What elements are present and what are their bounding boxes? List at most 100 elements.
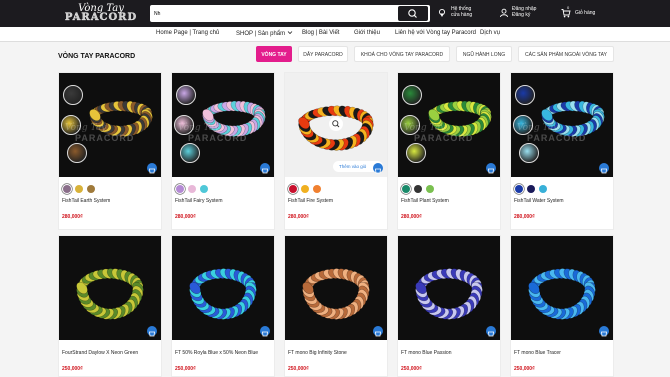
- product-card[interactable]: Vòng Tay PARACORD FishTail Water System 280…: [510, 72, 614, 230]
- product-image[interactable]: [398, 236, 500, 340]
- store-system-link[interactable]: Hệ thống cửa hàng: [437, 6, 482, 22]
- top-header: Vòng Tay PARACORD Hệ thống cửa hàng Đăng…: [0, 0, 670, 27]
- color-swatch[interactable]: [402, 185, 410, 193]
- product-image[interactable]: [511, 236, 613, 340]
- color-swatch[interactable]: [176, 185, 184, 193]
- zoom-icon: [332, 120, 340, 128]
- logo-watermark-text: PARACORD: [75, 133, 135, 143]
- logo-watermark-text: PARACORD: [188, 133, 248, 143]
- product-name[interactable]: FT mono Blue Passion: [401, 350, 452, 356]
- chevron-down-icon: [287, 31, 293, 35]
- cart-count: 0: [567, 5, 570, 10]
- product-card[interactable]: Thêm vào giỏ FishTail Fire System 280,000₫: [284, 72, 388, 230]
- product-card[interactable]: FT mono Blue Tracer 250,000₫: [510, 235, 614, 377]
- product-image[interactable]: Vòng Tay PARACORD: [511, 73, 613, 177]
- product-name[interactable]: FT mono Blue Tracer: [514, 350, 561, 356]
- account-link[interactable]: Đăng nhập Đăng ký: [499, 6, 544, 22]
- cart-icon: [601, 168, 607, 174]
- product-image[interactable]: Thêm vào giỏ: [285, 73, 387, 177]
- product-price: 280,000₫: [62, 214, 83, 220]
- product-name[interactable]: FishTail Fire System: [288, 198, 333, 204]
- cart-link[interactable]: 0 Giỏ hàng: [561, 5, 601, 22]
- product-price: 250,000₫: [401, 366, 422, 372]
- nav-shop[interactable]: SHOP | Sản phẩm: [236, 30, 293, 37]
- product-card[interactable]: FT mono Big Infinity Stone 250,000₫: [284, 235, 388, 377]
- tab-vong-tay[interactable]: VÒNG TAY: [256, 46, 292, 62]
- quick-cart-button[interactable]: [486, 326, 496, 337]
- quick-cart-button[interactable]: [260, 163, 270, 174]
- product-image[interactable]: [285, 236, 387, 340]
- color-swatch[interactable]: [426, 185, 434, 193]
- quick-cart-button[interactable]: [599, 326, 609, 337]
- product-name[interactable]: FourStrand Daylow X Neon Green: [62, 350, 138, 356]
- product-image[interactable]: [172, 236, 274, 340]
- product-card[interactable]: FT mono Blue Passion 250,000₫: [397, 235, 501, 377]
- site-logo[interactable]: Vòng Tay PARACORD: [56, 2, 146, 25]
- tab-day-paracord[interactable]: DÂY PARACORD: [298, 46, 348, 62]
- tab-khoa[interactable]: KHOÁ CHO VÒNG TAY PARACORD: [354, 46, 450, 62]
- product-name[interactable]: FishTail Water System: [514, 198, 564, 204]
- product-image[interactable]: Vòng Tay PARACORD: [398, 73, 500, 177]
- bracelet-graphic: [415, 268, 483, 320]
- product-name[interactable]: FishTail Plant System: [401, 198, 449, 204]
- cart-icon: [375, 168, 381, 174]
- bracelet-graphic: [302, 268, 370, 320]
- color-swatch[interactable]: [539, 185, 547, 193]
- search-input[interactable]: [150, 5, 395, 22]
- section-title: VÒNG TAY PARACORD: [58, 53, 136, 60]
- quick-cart-button[interactable]: [373, 163, 383, 174]
- cart-icon: [149, 331, 155, 337]
- color-swatch[interactable]: [414, 185, 422, 193]
- zoom-button[interactable]: [329, 117, 343, 131]
- color-swatch[interactable]: [75, 185, 83, 193]
- logo-watermark: Vòng Tay: [65, 123, 107, 133]
- product-image[interactable]: Vòng Tay PARACORD: [172, 73, 274, 177]
- nav-about[interactable]: Giới thiệu: [354, 30, 380, 36]
- product-card[interactable]: FourStrand Daylow X Neon Green 250,000₫: [58, 235, 162, 377]
- nav-services[interactable]: Dịch vụ: [480, 30, 500, 36]
- search-button[interactable]: [398, 6, 428, 21]
- account-line2: Đăng ký: [512, 12, 531, 18]
- nav-contact[interactable]: Liên hệ với Vòng tay Paracord: [395, 30, 476, 36]
- product-card[interactable]: Vòng Tay PARACORD FishTail Plant System 280…: [397, 72, 501, 230]
- quick-cart-button[interactable]: [147, 163, 157, 174]
- nav-home[interactable]: Home Page | Trang chủ: [156, 30, 219, 36]
- color-swatch[interactable]: [188, 185, 196, 193]
- product-image[interactable]: Vòng Tay PARACORD: [59, 73, 161, 177]
- product-card[interactable]: FT 50% Royla Blue x 50% Neon Blue 250,000…: [171, 235, 275, 377]
- nav-blog[interactable]: Blog | Bài Viết: [302, 30, 339, 36]
- color-swatch[interactable]: [515, 185, 523, 193]
- cart-icon: [488, 168, 494, 174]
- product-name[interactable]: FishTail Earth System: [62, 198, 110, 204]
- product-price: 250,000₫: [288, 366, 309, 372]
- product-image[interactable]: [59, 236, 161, 340]
- bracelet-graphic: [528, 268, 596, 320]
- cart-icon: [375, 331, 381, 337]
- tab-other-products[interactable]: CÁC SẢN PHẨM NGOÀI VÒNG TAY: [518, 46, 614, 62]
- cart-icon: [601, 331, 607, 337]
- store-line2: cửa hàng: [451, 12, 473, 18]
- quick-cart-button[interactable]: [486, 163, 496, 174]
- logo-watermark: Vòng Tay: [517, 123, 559, 133]
- color-swatch[interactable]: [200, 185, 208, 193]
- main-nav: Home Page | Trang chủ SHOP | Sản phẩm Bl…: [0, 27, 670, 42]
- color-swatch[interactable]: [63, 185, 71, 193]
- color-swatch[interactable]: [301, 185, 309, 193]
- color-swatch[interactable]: [87, 185, 95, 193]
- quick-cart-button[interactable]: [260, 326, 270, 337]
- product-card[interactable]: Vòng Tay PARACORD FishTail Fairy System 280…: [171, 72, 275, 230]
- quick-cart-button[interactable]: [599, 163, 609, 174]
- product-card[interactable]: Vòng Tay PARACORD FishTail Earth System 280…: [58, 72, 162, 230]
- quick-cart-button[interactable]: [373, 326, 383, 337]
- color-swatch[interactable]: [527, 185, 535, 193]
- quick-cart-button[interactable]: [147, 326, 157, 337]
- product-name[interactable]: FishTail Fairy System: [175, 198, 223, 204]
- cart-label: Giỏ hàng: [575, 10, 596, 16]
- color-swatch[interactable]: [313, 185, 321, 193]
- color-swatch[interactable]: [289, 185, 297, 193]
- product-name[interactable]: FT mono Big Infinity Stone: [288, 350, 347, 356]
- tab-ngu-hanh-long[interactable]: NGŨ HÀNH LONG: [456, 46, 512, 62]
- cart-icon: [561, 9, 571, 18]
- product-name[interactable]: FT 50% Royla Blue x 50% Neon Blue: [175, 350, 258, 356]
- product-price: 280,000₫: [175, 214, 196, 220]
